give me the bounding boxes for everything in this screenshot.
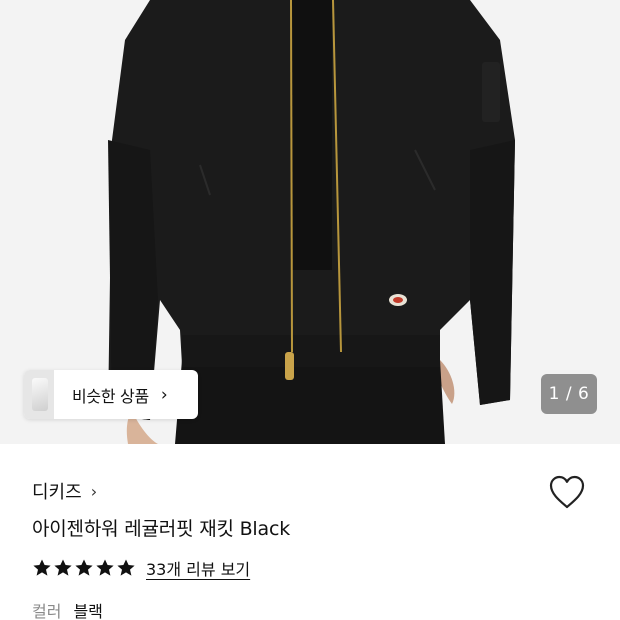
product-image-gallery[interactable]: 비슷한 상품 › 1 / 6 [0, 0, 620, 444]
similar-products-label: 비슷한 상품 [72, 386, 149, 406]
image-counter: 1 / 6 [541, 374, 597, 414]
brand-link[interactable]: 디키즈 › [32, 478, 97, 504]
similar-products-button[interactable]: 비슷한 상품 › [24, 370, 198, 419]
star-icon [96, 559, 114, 576]
color-value: 블랙 [73, 602, 103, 620]
product-detail-page: 비슷한 상품 › 1 / 6 디키즈 › 아이젠하워 레귤러핏 재킷 Black… [0, 0, 620, 620]
reviews-link[interactable]: 33개 리뷰 보기 [146, 556, 250, 580]
heart-icon[interactable] [548, 474, 586, 510]
product-title: 아이젠하워 레귤러핏 재킷 Black [32, 518, 291, 540]
rating-row: 33개 리뷰 보기 [32, 556, 250, 580]
star-icon [33, 559, 51, 576]
star-icon [54, 559, 72, 576]
color-label: 컬러 [32, 602, 62, 620]
star-icon [75, 559, 93, 576]
star-icon [117, 559, 135, 576]
color-option: 컬러 블랙 [32, 598, 103, 620]
brand-name: 디키즈 [32, 482, 82, 503]
chevron-right-icon: › [90, 481, 98, 501]
star-rating [32, 558, 136, 578]
similar-product-thumbnail [24, 370, 54, 419]
chevron-right-icon: › [160, 384, 168, 405]
